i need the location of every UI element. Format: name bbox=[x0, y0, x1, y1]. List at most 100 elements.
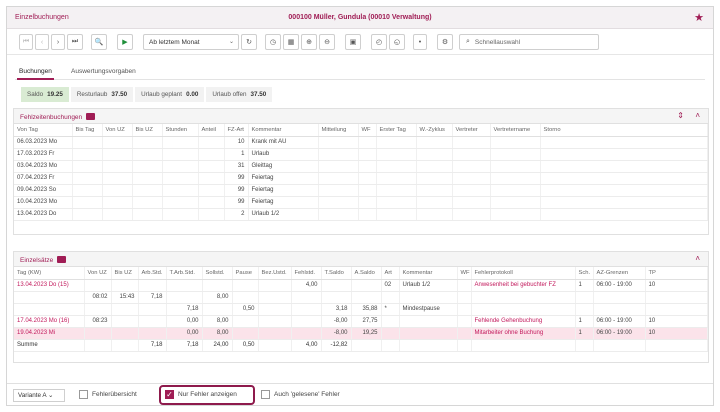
rec-col-header[interactable]: Von UZ bbox=[84, 267, 112, 280]
table-row[interactable]: 17.04.2023 Mo (16) 08:23 0,00 8,00 -8,00 27,7… bbox=[14, 315, 708, 328]
abs-col-header[interactable]: W.-Zyklus bbox=[416, 124, 453, 137]
first-record-icon[interactable]: ⏮ bbox=[19, 34, 33, 50]
quick-select-input[interactable]: ⌕ Schnellauswahl bbox=[459, 34, 599, 50]
urlaub-offen-label: Urlaub offen bbox=[212, 91, 247, 98]
document-icon[interactable]: ▣ bbox=[345, 34, 361, 50]
variant-select[interactable]: Variante A ⌄ bbox=[13, 389, 65, 402]
zoom-out-icon[interactable]: ⊖ bbox=[319, 34, 335, 50]
resturlaub-label: Resturlaub bbox=[76, 91, 108, 98]
play-icon[interactable]: ▶ bbox=[117, 34, 133, 50]
rec-col-header[interactable]: A.Saldo bbox=[351, 267, 382, 280]
rec-col-header[interactable]: Fehlerprotokoll bbox=[471, 267, 576, 280]
table-cell: 4,00 bbox=[291, 279, 322, 292]
table-row[interactable]: 7,18 0,50 3,18 35,88 * Mindestpause bbox=[14, 303, 708, 316]
errors-overview-checkbox[interactable]: Fehlerübersicht bbox=[79, 390, 137, 399]
rec-col-header[interactable]: Bez.Ustd. bbox=[258, 267, 292, 280]
table-row[interactable]: 03.04.2023 Mo 31 Gleittag bbox=[14, 160, 708, 173]
abs-col-header[interactable]: Von UZ bbox=[102, 124, 133, 137]
time-add-icon[interactable]: ◵ bbox=[389, 34, 405, 50]
checkbox-box[interactable] bbox=[261, 390, 270, 399]
clock-icon[interactable]: ◷ bbox=[265, 34, 281, 50]
refresh-icon[interactable]: ↻ bbox=[241, 34, 257, 50]
favorite-star-icon[interactable]: ★ bbox=[694, 11, 704, 24]
rec-col-header[interactable]: Kommentar bbox=[399, 267, 458, 280]
rec-col-header[interactable]: Arb.Std. bbox=[138, 267, 167, 280]
table-cell bbox=[457, 303, 472, 316]
rec-col-header[interactable]: Art bbox=[381, 267, 400, 280]
abs-col-header[interactable]: Kommentar bbox=[248, 124, 319, 137]
history-icon[interactable]: ◴ bbox=[371, 34, 387, 50]
tab-auswertungsvorgaben[interactable]: Auswertungsvorgaben bbox=[71, 68, 136, 75]
table-cell bbox=[232, 279, 259, 292]
table-cell bbox=[575, 339, 594, 352]
checkbox-box[interactable] bbox=[79, 390, 88, 399]
table-cell bbox=[399, 327, 458, 340]
abs-col-header[interactable]: Mitteilung bbox=[318, 124, 359, 137]
only-errors-checkbox[interactable]: ✓ Nur Fehler anzeigen bbox=[165, 390, 237, 399]
table-cell bbox=[351, 291, 382, 304]
rec-col-header[interactable]: Pause bbox=[232, 267, 259, 280]
table-cell bbox=[132, 136, 163, 149]
read-errors-checkbox[interactable]: Auch 'gelesene' Fehler bbox=[261, 390, 340, 399]
rec-col-header[interactable]: Sch. bbox=[575, 267, 594, 280]
last-record-icon[interactable]: ⏭ bbox=[67, 34, 83, 50]
grid-badge-icon bbox=[86, 113, 96, 120]
table-cell bbox=[321, 279, 352, 292]
next-record-icon[interactable]: › bbox=[51, 34, 65, 50]
table-cell bbox=[232, 327, 259, 340]
table-cell: 8,00 bbox=[202, 315, 233, 328]
rec-col-header[interactable]: WF bbox=[457, 267, 472, 280]
table-row[interactable]: 17.03.2023 Fr 1 Urlaub bbox=[14, 148, 708, 161]
abs-col-header[interactable]: Stunden bbox=[162, 124, 199, 137]
rec-col-header[interactable]: T.Saldo bbox=[321, 267, 352, 280]
rec-col-header[interactable]: TP bbox=[645, 267, 708, 280]
more-menu-icon[interactable]: • bbox=[413, 34, 427, 50]
rec-col-header[interactable]: Fehlstd. bbox=[291, 267, 322, 280]
expand-collapse-icon[interactable]: ⇕ bbox=[677, 111, 684, 120]
chevron-up-icon[interactable]: ˄ bbox=[695, 111, 700, 120]
records-panel-title: Einzelsätze bbox=[20, 256, 67, 264]
prev-record-icon[interactable]: ‹ bbox=[35, 34, 49, 50]
table-row[interactable]: 13.04.2023 Do (15) 4,00 02 Urlaub 1/2 Anwese… bbox=[14, 279, 708, 292]
abs-col-header[interactable]: Von Tag bbox=[14, 124, 73, 137]
rec-col-header[interactable]: Tag (KW) bbox=[14, 267, 85, 280]
chevron-up-icon[interactable]: ˄ bbox=[695, 254, 700, 263]
abs-col-header[interactable]: Bis Tag bbox=[72, 124, 103, 137]
table-row[interactable]: 13.04.2023 Do 2 Urlaub 1/2 bbox=[14, 208, 708, 221]
table-cell bbox=[102, 184, 133, 197]
period-select[interactable]: Ab letztem Monat ⌄ bbox=[143, 34, 239, 50]
settings-gear-icon[interactable]: ⚙ bbox=[437, 34, 453, 50]
rec-col-header[interactable]: Bis UZ bbox=[111, 267, 139, 280]
checkmark-icon[interactable]: ✓ bbox=[165, 390, 174, 399]
abs-col-header[interactable]: Anteil bbox=[198, 124, 225, 137]
search-icon[interactable]: 🔍 bbox=[91, 34, 107, 50]
table-row[interactable]: 19.04.2023 Mi 0,00 8,00 -8,00 19,25 Mitarbeit… bbox=[14, 327, 708, 340]
rec-col-header[interactable]: Sollstd. bbox=[202, 267, 233, 280]
abs-col-header[interactable]: Bis UZ bbox=[132, 124, 163, 137]
abs-col-header[interactable]: Vertreter bbox=[452, 124, 491, 137]
abs-col-header[interactable]: WF bbox=[358, 124, 377, 137]
rec-col-header[interactable]: T.Arb.Std. bbox=[166, 267, 203, 280]
table-cell bbox=[381, 339, 400, 352]
table-cell bbox=[490, 196, 541, 209]
zoom-in-icon[interactable]: ⊕ bbox=[301, 34, 317, 50]
table-cell bbox=[593, 339, 646, 352]
abs-col-header[interactable]: Vertretername bbox=[490, 124, 541, 137]
table-row[interactable]: 09.04.2023 So 99 Feiertag bbox=[14, 184, 708, 197]
abs-col-header[interactable]: Erster Tag bbox=[376, 124, 417, 137]
tab-buchungen[interactable]: Buchungen bbox=[17, 68, 54, 80]
abs-col-header[interactable]: FZ-Art bbox=[224, 124, 249, 137]
table-row[interactable]: 06.03.2023 Mo 10 Krank mit AU bbox=[14, 136, 708, 149]
table-row[interactable]: 08:02 15:43 7,18 8,00 bbox=[14, 291, 708, 304]
table-cell: 13.04.2023 Do bbox=[14, 208, 73, 221]
variant-value: Variante A bbox=[18, 392, 47, 399]
table-cell: 0,50 bbox=[232, 303, 259, 316]
calendar-icon[interactable]: ▦ bbox=[283, 34, 299, 50]
table-cell: Krank mit AU bbox=[248, 136, 319, 149]
table-row[interactable]: 10.04.2023 Mo 99 Feiertag bbox=[14, 196, 708, 209]
summary-row[interactable]: Summe 7,18 7,18 24,00 0,50 4,00 -12,82 bbox=[14, 339, 708, 352]
table-cell bbox=[645, 291, 708, 304]
rec-col-header[interactable]: AZ-Grenzen bbox=[593, 267, 646, 280]
table-row[interactable]: 07.04.2023 Fr 99 Feiertag bbox=[14, 172, 708, 185]
abs-col-header[interactable]: Storno bbox=[540, 124, 708, 137]
